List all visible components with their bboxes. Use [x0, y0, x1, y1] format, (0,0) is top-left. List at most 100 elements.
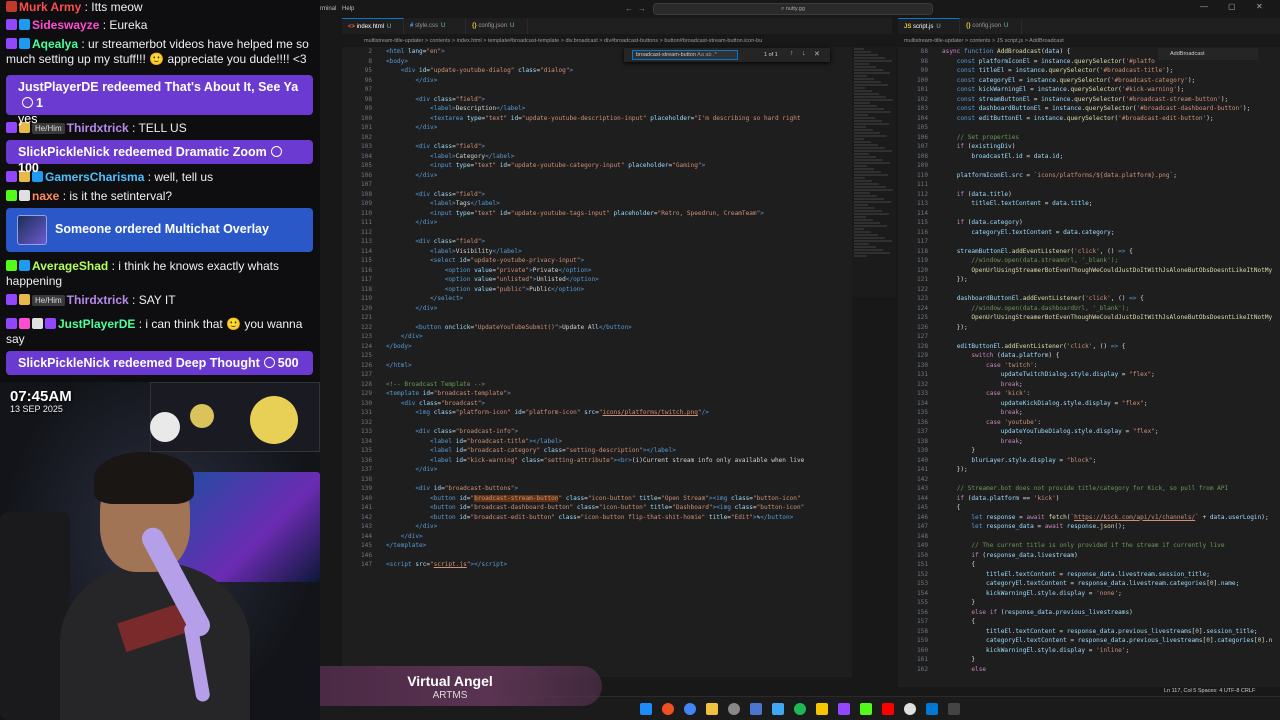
code-line[interactable]: 149 // The current title is only provide…	[898, 541, 1280, 551]
code-line[interactable]: 111	[898, 180, 1280, 190]
code-line[interactable]: 146 let response = await fetch(`https://…	[898, 513, 1280, 523]
minimize-icon[interactable]: —	[1200, 2, 1208, 11]
start-icon[interactable]	[640, 703, 652, 715]
code-line[interactable]: 99 const titleEl = instance.querySelecto…	[898, 66, 1280, 76]
code-line[interactable]: 140 blurLayer.style.display = "block";	[898, 456, 1280, 466]
code-line[interactable]: 105 <input type="text" id="update-youtub…	[342, 161, 852, 171]
code-line[interactable]: 141 <button id="broadcast-dashboard-butt…	[342, 503, 852, 513]
tab-index-html[interactable]: <> index.html U	[342, 18, 404, 34]
app-icon[interactable]	[816, 703, 828, 715]
code-line[interactable]: 118 streamButtonEl.addEventListener('cli…	[898, 247, 1280, 257]
code-line[interactable]: 121 });	[898, 275, 1280, 285]
chat-username[interactable]: Thirdxtrick	[67, 293, 129, 307]
code-line[interactable]: 160 kickWarningEl.style.display = 'inlin…	[898, 646, 1280, 656]
code-line[interactable]: 123 </div>	[342, 332, 852, 342]
chat-username[interactable]: AverageShad	[32, 259, 108, 273]
code-line[interactable]: 108 broadcastEl.id = data.id;	[898, 152, 1280, 162]
code-line[interactable]: 136 <label id="kick-warning" class="sett…	[342, 456, 852, 466]
code-line[interactable]: 109	[898, 161, 1280, 171]
left-editor[interactable]: 2 <html lang="en"> 8 <body> 95 <div id="upda…	[342, 47, 852, 677]
chat-username[interactable]: Murk Army	[19, 0, 81, 14]
code-line[interactable]: 132	[342, 418, 852, 428]
folder-icon[interactable]	[706, 703, 718, 715]
code-line[interactable]: 128 editButtonEl.addEventListener('click…	[898, 342, 1280, 352]
code-line[interactable]: 133 <div class="broadcast-info">	[342, 427, 852, 437]
chat-username[interactable]: JustPlayerDE	[58, 317, 135, 331]
tab-script-js[interactable]: JS script.js U	[898, 18, 960, 34]
code-line[interactable]: 143 // Streamer.bot does not provide tit…	[898, 484, 1280, 494]
back-arrow-icon[interactable]: ←	[625, 4, 633, 13]
code-line[interactable]: 103 const dashboardButtonEl = instance.q…	[898, 104, 1280, 114]
code-line[interactable]: 115 if (data.category)	[898, 218, 1280, 228]
code-line[interactable]: 129 <template id="broadcast-template">	[342, 389, 852, 399]
code-line[interactable]: 141 });	[898, 465, 1280, 475]
code-line[interactable]: 109 <label>Tags</label>	[342, 199, 852, 209]
code-line[interactable]: 114	[898, 209, 1280, 219]
code-line[interactable]: 102	[342, 133, 852, 143]
code-line[interactable]: 131 <img class="platform-icon" id="platf…	[342, 408, 852, 418]
code-line[interactable]: 157 {	[898, 617, 1280, 627]
code-line[interactable]: 145 </template>	[342, 541, 852, 551]
code-line[interactable]: 143 </div>	[342, 522, 852, 532]
code-line[interactable]: 134 updateKickDialog.style.display = "fl…	[898, 399, 1280, 409]
code-line[interactable]: 146	[342, 551, 852, 561]
right-editor[interactable]: 88 async function AddBroadcast(data) {98 …	[898, 47, 1280, 687]
code-line[interactable]: 95 <div id="update-youtube-dialog" class…	[342, 66, 852, 76]
chat-username[interactable]: Aqealya	[32, 37, 78, 51]
spotify-icon[interactable]	[794, 703, 806, 715]
app-icon[interactable]	[772, 703, 784, 715]
code-line[interactable]: 152 titleEl.textContent = response_data.…	[898, 570, 1280, 580]
code-line[interactable]: 113 <div class="field">	[342, 237, 852, 247]
code-line[interactable]: 147 let response_data = await response.j…	[898, 522, 1280, 532]
code-line[interactable]: 142	[898, 475, 1280, 485]
code-line[interactable]: 99 <label>Description</label>	[342, 104, 852, 114]
menu-help[interactable]: Help	[342, 6, 354, 12]
code-line[interactable]: 126 </html>	[342, 361, 852, 371]
code-line[interactable]: 147 <script src="script.js"></script>	[342, 560, 852, 570]
code-line[interactable]: 124 //window.open(data.dashboardUrl, '_b…	[898, 304, 1280, 314]
code-line[interactable]: 142 <button id="broadcast-edit-button" c…	[342, 513, 852, 523]
code-line[interactable]: 154 kickWarningEl.style.display = 'none'…	[898, 589, 1280, 599]
code-line[interactable]: 127	[342, 370, 852, 380]
code-line[interactable]: 135 <label id="broadcast-category" class…	[342, 446, 852, 456]
code-line[interactable]: 137 updateYouTubeDialog.style.display = …	[898, 427, 1280, 437]
code-line[interactable]: 158 titleEl.textContent = response_data.…	[898, 627, 1280, 637]
chat-username[interactable]: Sideswayze	[32, 18, 99, 32]
code-line[interactable]: 133 case 'kick':	[898, 389, 1280, 399]
tab-config-json[interactable]: {} config.json U	[466, 18, 528, 34]
code-line[interactable]: 119 </select>	[342, 294, 852, 304]
tab-style-css[interactable]: # style.css U	[404, 18, 466, 34]
code-line[interactable]: 122	[898, 285, 1280, 295]
command-search[interactable]: ⌕ nutty.gg	[653, 3, 933, 15]
code-line[interactable]: 137 </div>	[342, 465, 852, 475]
code-line[interactable]: 111 </div>	[342, 218, 852, 228]
code-line[interactable]: 139 <div id="broadcast-buttons">	[342, 484, 852, 494]
code-line[interactable]: 159 categoryEl.textContent = response_da…	[898, 636, 1280, 646]
code-line[interactable]: 138	[342, 475, 852, 485]
tab-config-json[interactable]: {} config.json U	[960, 18, 1022, 34]
code-line[interactable]: 120 </div>	[342, 304, 852, 314]
code-line[interactable]: 131 updateTwitchDialog.style.display = "…	[898, 370, 1280, 380]
code-line[interactable]: 156 else if (response_data.previous_live…	[898, 608, 1280, 618]
code-line[interactable]: 145 {	[898, 503, 1280, 513]
code-line[interactable]: 97	[342, 85, 852, 95]
code-line[interactable]: 117	[898, 237, 1280, 247]
code-line[interactable]: 106 </div>	[342, 171, 852, 181]
code-line[interactable]: 101 const kickWarningEl = instance.query…	[898, 85, 1280, 95]
code-line[interactable]: 136 case 'youtube':	[898, 418, 1280, 428]
code-line[interactable]: 125 OpenUrlUsingStreamerBotEvenThoughWeC…	[898, 313, 1280, 323]
code-line[interactable]: 129 switch (data.platform) {	[898, 351, 1280, 361]
browser-icon[interactable]	[662, 703, 674, 715]
vscode-icon[interactable]	[926, 703, 938, 715]
code-line[interactable]: 121	[342, 313, 852, 323]
obs-icon[interactable]	[904, 703, 916, 715]
menu-terminal[interactable]: rminal	[320, 6, 336, 12]
code-line[interactable]: 134 <label id="broadcast-title"></label>	[342, 437, 852, 447]
code-line[interactable]: 132 break;	[898, 380, 1280, 390]
find-input[interactable]: broadcast-stream-button Aa ab .*	[632, 50, 738, 60]
code-line[interactable]: 130 <div class="broadcast">	[342, 399, 852, 409]
left-breadcrumb[interactable]: multistream-title-updater > contents > i…	[364, 35, 904, 47]
code-line[interactable]: 128 <!-- Broadcast Template -->	[342, 380, 852, 390]
code-line[interactable]: 127	[898, 332, 1280, 342]
code-line[interactable]: 162 else	[898, 665, 1280, 675]
